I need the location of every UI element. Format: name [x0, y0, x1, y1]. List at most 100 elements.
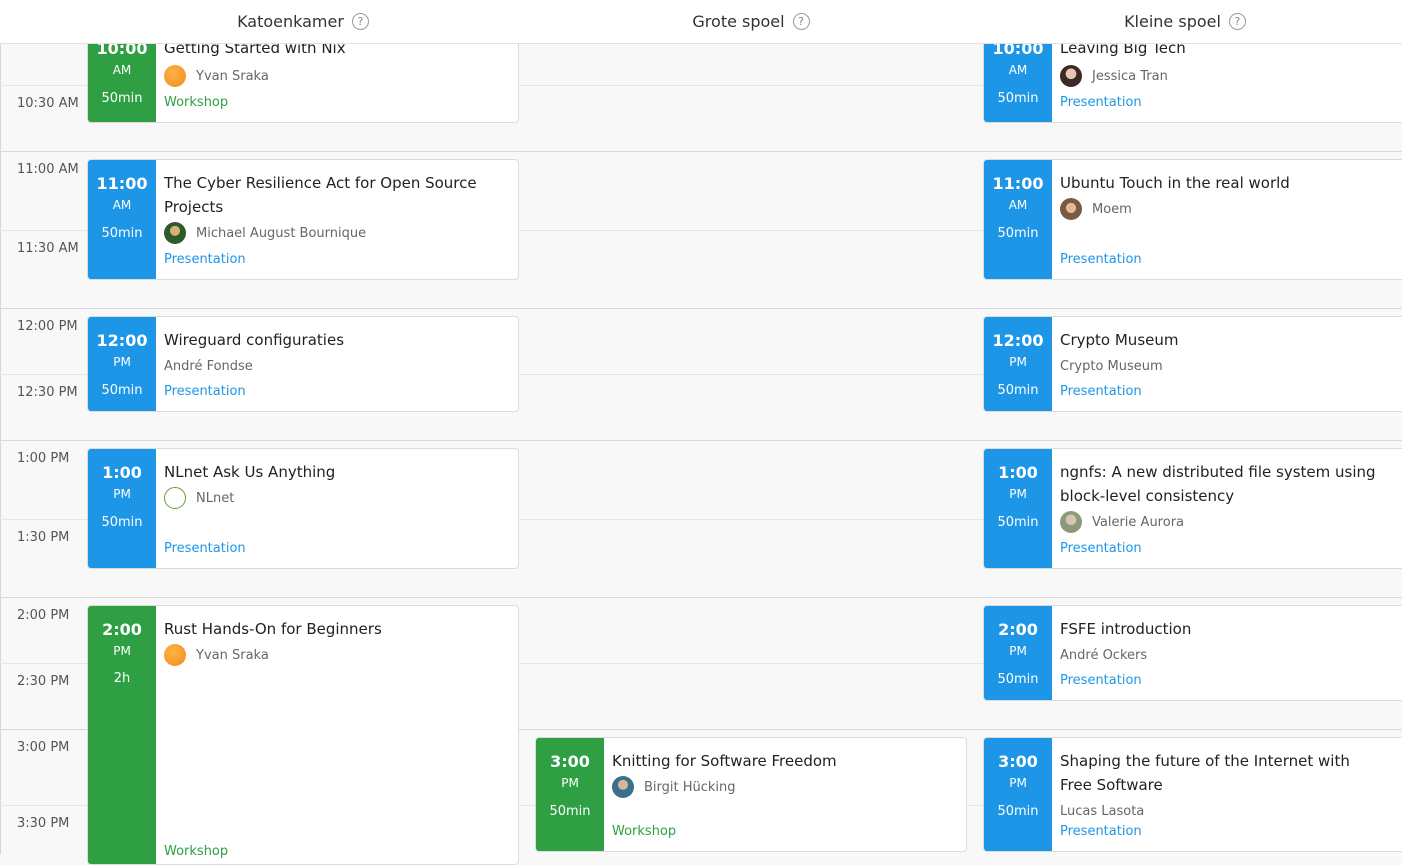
talk-speaker: Yvan Sraka: [164, 643, 512, 667]
talk-body: Crypto Museum Crypto Museum Presentation: [1060, 317, 1402, 411]
talk-time-stripe: 11:00 AM 50min: [88, 160, 156, 279]
time-label: 12:30 PM: [17, 385, 78, 400]
talk-body: Shaping the future of the Internet with …: [1060, 738, 1402, 851]
talk-card[interactable]: 12:00 PM 50min Wireguard configuraties A…: [87, 316, 519, 412]
speaker-avatar: [1060, 198, 1082, 220]
talk-ampm: PM: [1009, 776, 1027, 790]
talk-speaker: Jessica Tran: [1060, 64, 1402, 88]
talk-duration: 50min: [997, 383, 1039, 398]
talk-time-stripe: 1:00 PM 50min: [984, 449, 1052, 568]
hour-line: [0, 151, 1402, 152]
talk-title: NLnet Ask Us Anything: [164, 463, 336, 481]
talk-speaker: Crypto Museum: [1060, 354, 1402, 378]
help-icon[interactable]: ?: [351, 13, 369, 30]
talk-start-time: 3:00: [998, 752, 1038, 771]
talk-duration: 50min: [101, 515, 143, 530]
room-name: Grote spoel: [692, 11, 785, 31]
talk-start-time: 1:00: [102, 463, 142, 482]
talk-start-time: 12:00: [96, 331, 148, 350]
talk-ampm: PM: [113, 487, 131, 501]
talk-track: Workshop: [164, 95, 229, 110]
talk-track: Presentation: [1060, 384, 1142, 399]
time-label: 12:00 PM: [17, 319, 78, 334]
talk-track: Presentation: [164, 252, 246, 267]
speaker-name: Michael August Bournique: [196, 225, 367, 241]
room-grote-spoel: Grote spoel ?: [535, 0, 967, 43]
talk-start-time: 3:00: [550, 752, 590, 771]
talk-title: Knitting for Software Freedom: [612, 752, 837, 770]
talk-speaker: Yvan Sraka: [164, 64, 512, 88]
talk-duration: 50min: [997, 672, 1039, 687]
hour-line: [0, 308, 1402, 309]
hour-line: [0, 597, 1402, 598]
talk-card[interactable]: 11:00 AM 50min The Cyber Resilience Act …: [87, 159, 519, 280]
talk-title: Shaping the future of the Internet with …: [1060, 752, 1350, 794]
talk-body: The Cyber Resilience Act for Open Source…: [164, 160, 512, 279]
time-label: 2:00 PM: [17, 608, 70, 623]
talk-title: Wireguard configuraties: [164, 331, 345, 349]
talk-speaker: NLnet: [164, 486, 512, 510]
speaker-avatar: [164, 222, 186, 244]
help-icon[interactable]: ?: [1228, 13, 1246, 30]
talk-duration: 50min: [101, 226, 143, 241]
talk-body: Knitting for Software Freedom Birgit Hüc…: [612, 738, 960, 851]
talk-time-stripe: 1:00 PM 50min: [88, 449, 156, 568]
talk-track: Presentation: [164, 384, 246, 399]
talk-track: Presentation: [164, 541, 246, 556]
time-label: 10:30 AM: [17, 96, 79, 111]
talk-card[interactable]: 2:00 PM 50min FSFE introduction André Oc…: [983, 605, 1402, 701]
speaker-name: Yvan Sraka: [196, 647, 269, 663]
talk-track: Presentation: [1060, 673, 1142, 688]
talk-duration: 50min: [549, 804, 591, 819]
talk-ampm: AM: [1008, 198, 1028, 212]
talk-ampm: PM: [1009, 487, 1027, 501]
talk-body: Ubuntu Touch in the real world Moem Pres…: [1060, 160, 1402, 279]
room-name: Katoenkamer: [237, 11, 344, 31]
talk-start-time: 2:00: [998, 620, 1038, 639]
talk-ampm: PM: [561, 776, 579, 790]
time-label: 11:30 AM: [17, 241, 79, 256]
talk-title: Ubuntu Touch in the real world: [1060, 174, 1290, 192]
time-label: 1:30 PM: [17, 530, 70, 545]
talk-ampm: PM: [1009, 355, 1027, 369]
talk-duration: 50min: [101, 91, 143, 106]
speaker-name: André Ockers: [1060, 647, 1148, 663]
talk-start-time: 11:00: [992, 174, 1044, 193]
speaker-avatar: [164, 65, 186, 87]
talk-speaker: André Fondse: [164, 354, 512, 378]
talk-start-time: 2:00: [102, 620, 142, 639]
talk-card[interactable]: 1:00 PM 50min ngnfs: A new distributed f…: [983, 448, 1402, 569]
room-katoenkamer: Katoenkamer ?: [87, 0, 519, 43]
talk-ampm: PM: [113, 355, 131, 369]
talk-speaker: Michael August Bournique: [164, 221, 512, 245]
talk-speaker: Moem: [1060, 197, 1402, 221]
talk-card[interactable]: 11:00 AM 50min Ubuntu Touch in the real …: [983, 159, 1402, 280]
talk-track: Presentation: [1060, 541, 1142, 556]
talk-body: FSFE introduction André Ockers Presentat…: [1060, 606, 1402, 700]
talk-ampm: PM: [113, 644, 131, 658]
talk-time-stripe: 11:00 AM 50min: [984, 160, 1052, 279]
talk-time-stripe: 3:00 PM 50min: [984, 738, 1052, 851]
speaker-name: Moem: [1092, 201, 1132, 217]
talk-duration: 50min: [101, 383, 143, 398]
talk-card[interactable]: 1:00 PM 50min NLnet Ask Us Anything NLne…: [87, 448, 519, 569]
time-label: 1:00 PM: [17, 451, 70, 466]
talk-card[interactable]: 2:00 PM 2h Rust Hands-On for Beginners Y…: [87, 605, 519, 865]
speaker-name: Crypto Museum: [1060, 358, 1163, 374]
speaker-name: Valerie Aurora: [1092, 514, 1185, 530]
time-label: 11:00 AM: [17, 162, 79, 177]
talk-body: Rust Hands-On for Beginners Yvan Sraka W…: [164, 606, 512, 864]
talk-ampm: AM: [112, 63, 132, 77]
grid-left-border: [0, 0, 1, 854]
talk-duration: 50min: [997, 515, 1039, 530]
talk-ampm: AM: [112, 198, 132, 212]
talk-track: Presentation: [1060, 95, 1142, 110]
talk-card[interactable]: 3:00 PM 50min Shaping the future of the …: [983, 737, 1402, 852]
help-icon[interactable]: ?: [792, 13, 810, 30]
speaker-name: Yvan Sraka: [196, 68, 269, 84]
talk-body: ngnfs: A new distributed file system usi…: [1060, 449, 1402, 568]
talk-card[interactable]: 3:00 PM 50min Knitting for Software Free…: [535, 737, 967, 852]
talk-duration: 50min: [997, 226, 1039, 241]
talk-duration: 2h: [113, 671, 131, 686]
talk-card[interactable]: 12:00 PM 50min Crypto Museum Crypto Muse…: [983, 316, 1402, 412]
